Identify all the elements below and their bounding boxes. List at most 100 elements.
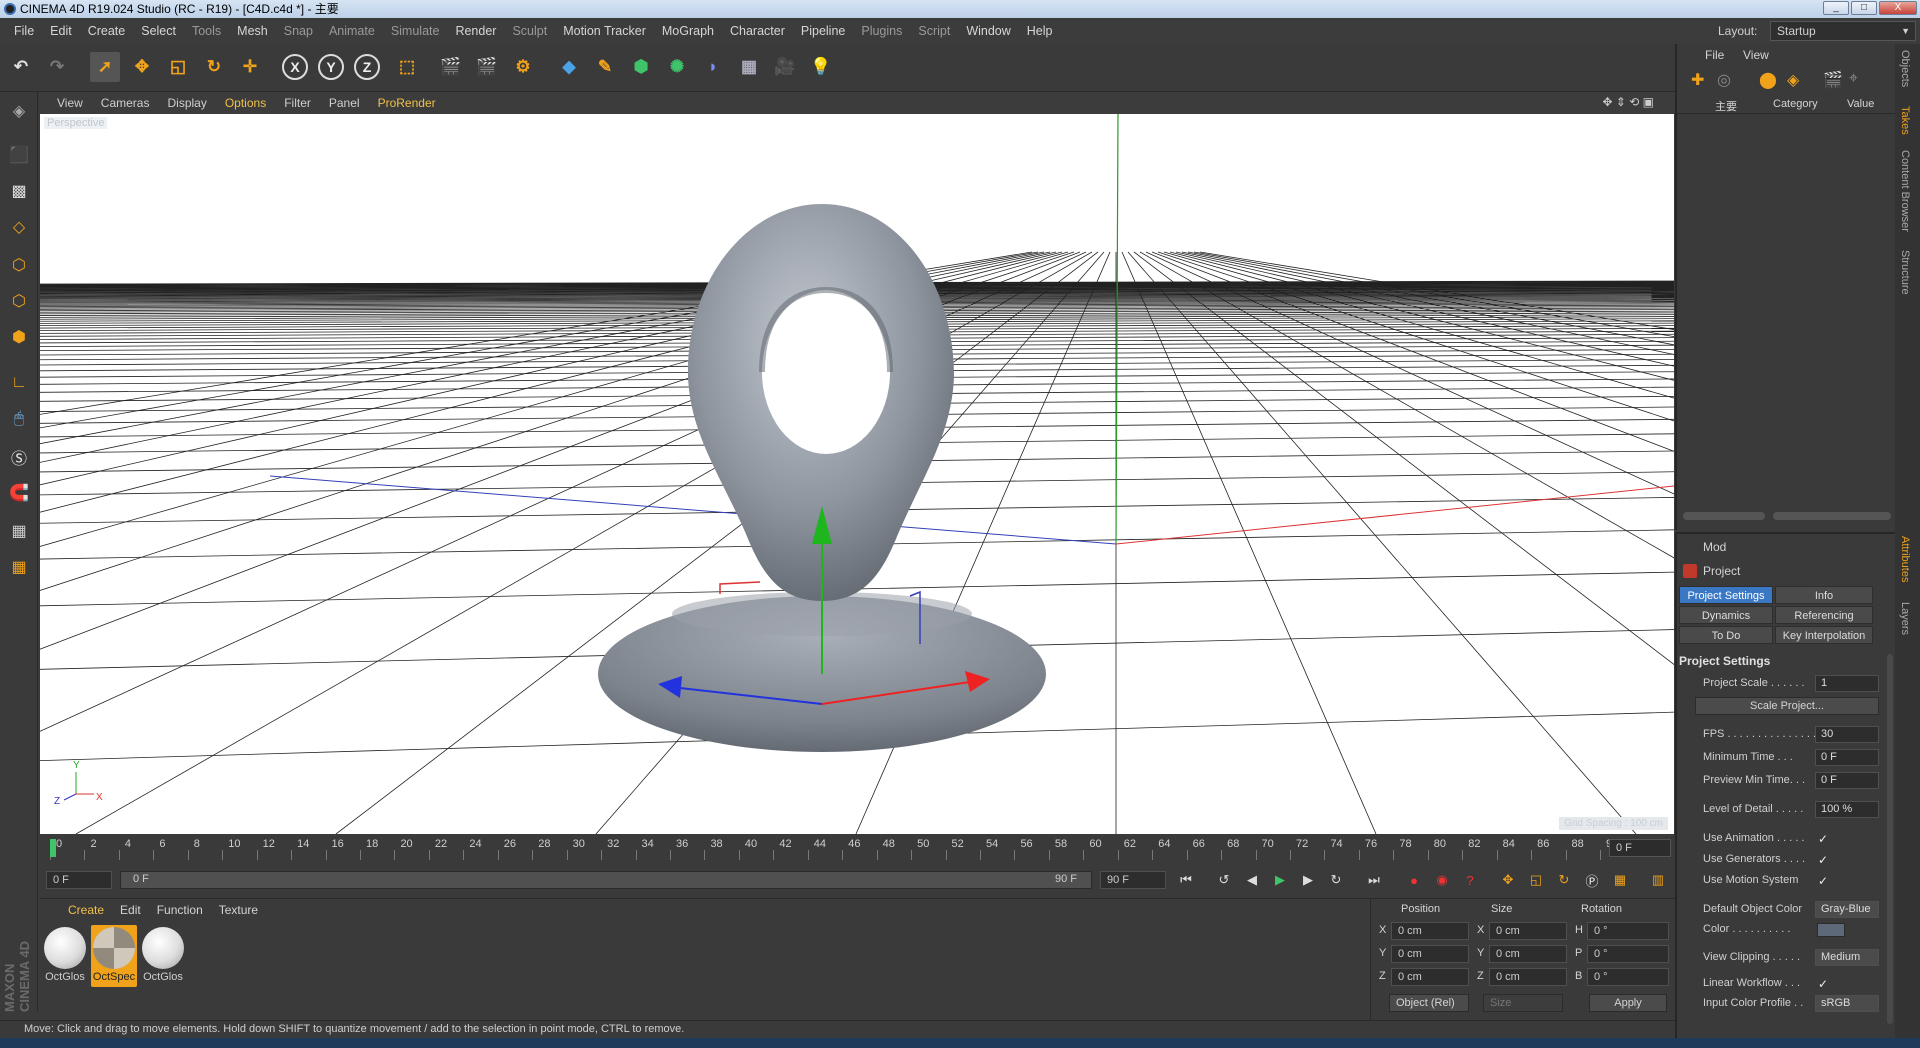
linear-workflow-checkbox[interactable]: ✓ bbox=[1818, 977, 1828, 991]
pen-spline-icon[interactable]: ✎ bbox=[590, 52, 620, 82]
rotation-p-field[interactable]: 0 ° bbox=[1587, 945, 1669, 963]
close-button[interactable]: X bbox=[1879, 1, 1917, 15]
redo-icon[interactable]: ↷ bbox=[42, 52, 72, 82]
workplane-icon[interactable]: ◇ bbox=[4, 212, 34, 242]
color-swatch[interactable] bbox=[1817, 923, 1845, 937]
maximize-button[interactable]: □ bbox=[1851, 1, 1877, 15]
end-frame-field[interactable]: 90 F bbox=[1100, 871, 1166, 889]
menu-mograph[interactable]: MoGraph bbox=[654, 24, 722, 38]
point-level-icon[interactable]: ▦ bbox=[1608, 868, 1632, 892]
viewport-menu-prorender[interactable]: ProRender bbox=[369, 96, 445, 110]
rotation-h-field[interactable]: 0 ° bbox=[1587, 922, 1669, 940]
3d-viewport[interactable]: Y Z X Perspective Grid Spacing : 100 cm bbox=[40, 114, 1674, 834]
x-axis-toggle[interactable]: X bbox=[282, 54, 308, 80]
parameter-key-icon[interactable]: Ⓟ bbox=[1580, 868, 1604, 892]
viewport-menu-panel[interactable]: Panel bbox=[320, 96, 369, 110]
next-frame-icon[interactable]: ▶ bbox=[1296, 868, 1320, 892]
menu-tools[interactable]: Tools bbox=[184, 24, 229, 38]
render-settings-icon[interactable]: ⚙ bbox=[508, 52, 538, 82]
menu-help[interactable]: Help bbox=[1019, 24, 1061, 38]
scale-project-button[interactable]: Scale Project... bbox=[1695, 697, 1879, 715]
tab-key-interpolation[interactable]: Key Interpolation bbox=[1775, 626, 1873, 644]
tab-info[interactable]: Info bbox=[1775, 586, 1873, 604]
minimize-button[interactable]: _ bbox=[1823, 1, 1849, 15]
takes-render-icon[interactable]: 🎬 bbox=[1823, 70, 1843, 90]
material-menu-create[interactable]: Create bbox=[60, 903, 112, 917]
viewport-menu-display[interactable]: Display bbox=[158, 96, 215, 110]
tab-to-do[interactable]: To Do bbox=[1679, 626, 1773, 644]
viewport-menu-filter[interactable]: Filter bbox=[275, 96, 320, 110]
polygons-mode-icon[interactable]: ⬢ bbox=[4, 322, 34, 352]
default-object-color-dropdown[interactable]: Gray-Blue bbox=[1815, 901, 1879, 918]
keyframe-selection-icon[interactable]: ? bbox=[1458, 868, 1482, 892]
takes-lock-icon[interactable]: ◈ bbox=[1787, 70, 1799, 90]
size-z-field[interactable]: 0 cm bbox=[1489, 968, 1567, 986]
category-column[interactable]: Category bbox=[1773, 98, 1818, 110]
viewport-menu-options[interactable]: Options bbox=[216, 96, 275, 110]
planar-workplane-icon[interactable]: ▦ bbox=[4, 552, 34, 582]
takes-main-column[interactable]: 主要 bbox=[1715, 98, 1737, 114]
side-tab-content-browser[interactable]: Content Browser bbox=[1899, 150, 1911, 232]
value-column[interactable]: Value bbox=[1847, 98, 1874, 110]
points-mode-icon[interactable]: ⬡ bbox=[4, 250, 34, 280]
material-swatch[interactable]: OctGlos bbox=[140, 925, 186, 987]
cloner-icon[interactable]: ✺ bbox=[662, 52, 692, 82]
side-tab-layers[interactable]: Layers bbox=[1899, 602, 1911, 635]
light-icon[interactable]: 💡 bbox=[806, 52, 836, 82]
material-swatch[interactable]: OctGlos bbox=[42, 925, 88, 987]
go-to-start-icon[interactable]: ⏮ bbox=[1174, 868, 1198, 892]
y-axis-toggle[interactable]: Y bbox=[318, 54, 344, 80]
takes-auto-icon[interactable]: ⬤ bbox=[1759, 70, 1777, 90]
rotation-key-icon[interactable]: ↻ bbox=[1552, 868, 1576, 892]
use-generators-checkbox[interactable]: ✓ bbox=[1818, 853, 1828, 867]
takes-override-icon[interactable]: ◎ bbox=[1717, 70, 1731, 90]
play-icon[interactable]: ▶ bbox=[1268, 868, 1292, 892]
level-of-detail-field[interactable]: 100 % bbox=[1815, 801, 1879, 818]
use-motion-system-checkbox[interactable]: ✓ bbox=[1818, 874, 1828, 888]
position-z-field[interactable]: 0 cm bbox=[1391, 968, 1469, 986]
tweak-mode-icon[interactable]: 🖱 bbox=[4, 404, 34, 434]
menu-pipeline[interactable]: Pipeline bbox=[793, 24, 853, 38]
menu-script[interactable]: Script bbox=[910, 24, 958, 38]
position-y-field[interactable]: 0 cm bbox=[1391, 945, 1469, 963]
go-to-end-icon[interactable]: ⏭ bbox=[1362, 868, 1386, 892]
menu-select[interactable]: Select bbox=[133, 24, 184, 38]
move-tool-icon[interactable]: ✥ bbox=[127, 52, 157, 82]
coordinate-system-icon[interactable]: ⬚ bbox=[392, 52, 422, 82]
select-tool-icon[interactable]: ➚ bbox=[90, 52, 120, 82]
menu-window[interactable]: Window bbox=[958, 24, 1018, 38]
side-tab-attributes[interactable]: Attributes bbox=[1899, 536, 1911, 582]
lock-workplane-icon[interactable]: ▦ bbox=[4, 516, 34, 546]
rotate-tool-icon[interactable]: ↻ bbox=[199, 52, 229, 82]
layout-dropdown[interactable]: Startup ▼ bbox=[1770, 21, 1916, 41]
previous-key-icon[interactable]: ↺ bbox=[1212, 868, 1236, 892]
min-time-field[interactable]: 0 F bbox=[1815, 749, 1879, 766]
tab-referencing[interactable]: Referencing bbox=[1775, 606, 1873, 624]
menu-edit[interactable]: Edit bbox=[42, 24, 80, 38]
viewport-navigation-icon[interactable]: ✥ ⇕ ⟲ ▣ bbox=[1593, 95, 1663, 109]
axis-mode-icon[interactable]: ∟ bbox=[4, 368, 34, 398]
edges-mode-icon[interactable]: ⬡ bbox=[4, 286, 34, 316]
view-clipping-dropdown[interactable]: Medium bbox=[1815, 949, 1879, 966]
position-key-icon[interactable]: ✥ bbox=[1496, 868, 1520, 892]
autokey-icon[interactable]: ◉ bbox=[1430, 868, 1454, 892]
menu-mesh[interactable]: Mesh bbox=[229, 24, 276, 38]
model-mode-icon[interactable]: ⬛ bbox=[4, 140, 34, 170]
project-scale-field[interactable]: 1 bbox=[1815, 675, 1879, 692]
tab-dynamics[interactable]: Dynamics bbox=[1679, 606, 1773, 624]
menu-motion-tracker[interactable]: Motion Tracker bbox=[555, 24, 654, 38]
render-picture-viewer-icon[interactable]: 🎬 bbox=[472, 52, 502, 82]
menu-sculpt[interactable]: Sculpt bbox=[504, 24, 555, 38]
scale-key-icon[interactable]: ◱ bbox=[1524, 868, 1548, 892]
position-x-field[interactable]: 0 cm bbox=[1391, 922, 1469, 940]
size-y-field[interactable]: 0 cm bbox=[1489, 945, 1567, 963]
current-frame-field[interactable]: 0 F bbox=[1609, 839, 1671, 857]
previous-frame-icon[interactable]: ◀ bbox=[1240, 868, 1264, 892]
size-x-field[interactable]: 0 cm bbox=[1489, 922, 1567, 940]
use-animation-checkbox[interactable]: ✓ bbox=[1818, 832, 1828, 846]
side-tab-structure[interactable]: Structure bbox=[1899, 250, 1911, 295]
apply-button[interactable]: Apply bbox=[1589, 994, 1667, 1012]
menu-simulate[interactable]: Simulate bbox=[383, 24, 448, 38]
menu-character[interactable]: Character bbox=[722, 24, 793, 38]
viewport-menu-view[interactable]: View bbox=[39, 96, 92, 110]
